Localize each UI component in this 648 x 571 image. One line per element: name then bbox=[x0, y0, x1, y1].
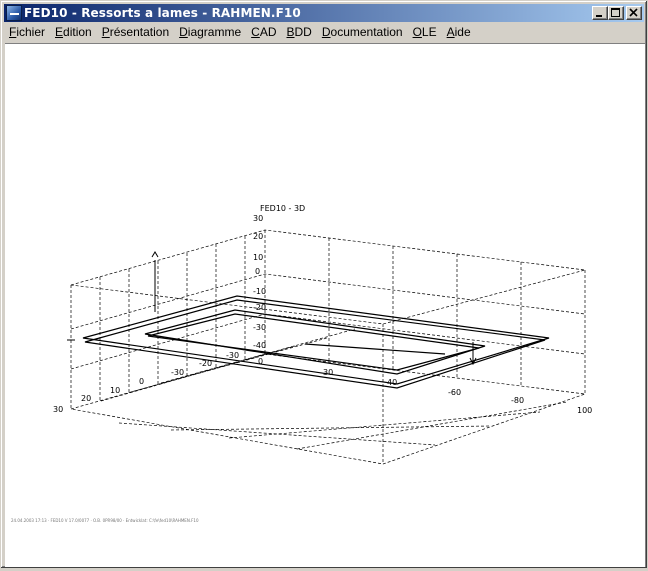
tick-label: 20 bbox=[81, 394, 91, 403]
maximize-icon bbox=[611, 8, 620, 17]
menu-mnemonic: C bbox=[251, 25, 260, 39]
tick-label: -80 bbox=[511, 396, 524, 405]
menu-label: dition bbox=[63, 25, 92, 39]
tick-label: -30 bbox=[253, 323, 266, 332]
tick-label: 40 bbox=[387, 378, 397, 387]
menu-presentation[interactable]: Présentation bbox=[97, 23, 174, 42]
menu-label: AD bbox=[259, 25, 277, 39]
vertical-axis bbox=[151, 251, 159, 312]
menu-label: iagramme bbox=[187, 25, 242, 39]
menu-cad[interactable]: CAD bbox=[246, 23, 281, 42]
menu-label: résentation bbox=[109, 25, 170, 39]
plot-footer: 24.04.2003 17:13 · FED10 V 17.0/0077 · O… bbox=[11, 518, 199, 523]
menu-label: ichier bbox=[16, 25, 46, 39]
menu-documentation[interactable]: Documentation bbox=[317, 23, 408, 42]
tick-label: 30 bbox=[53, 405, 63, 414]
tick-label: -30 bbox=[226, 351, 239, 360]
menu-ole[interactable]: OLE bbox=[408, 23, 442, 42]
tick-label: 30 bbox=[323, 368, 333, 377]
dimension-marker bbox=[469, 342, 477, 366]
plot-3d: FED10 - 3D 30 20 10 0 -10 -20 -30 -40 0 … bbox=[53, 204, 592, 465]
minimize-icon bbox=[596, 15, 602, 17]
caption-buttons bbox=[592, 6, 642, 20]
menu-diagramme[interactable]: Diagramme bbox=[174, 23, 246, 42]
tick-label: -30 bbox=[171, 368, 184, 377]
tick-label: 0 bbox=[139, 377, 144, 386]
maximize-button[interactable] bbox=[608, 6, 624, 20]
minimize-button[interactable] bbox=[592, 6, 608, 20]
close-icon bbox=[629, 8, 638, 17]
menu-bar: Fichier Edition Présentation Diagramme C… bbox=[4, 23, 644, 42]
close-button[interactable] bbox=[626, 6, 642, 20]
menu-mnemonic: O bbox=[412, 25, 422, 39]
tick-label: -40 bbox=[253, 341, 266, 350]
tick-label: 30 bbox=[253, 214, 263, 223]
tick-label: -20 bbox=[199, 359, 212, 368]
menu-label: DD bbox=[294, 25, 312, 39]
tick-label: 0 bbox=[258, 357, 263, 366]
menu-mnemonic: E bbox=[55, 25, 64, 39]
tick-label: 0 bbox=[255, 267, 260, 276]
title-bar[interactable]: FED10 - Ressorts a lames - RAHMEN.F10 bbox=[4, 4, 644, 22]
menu-mnemonic: B bbox=[286, 25, 295, 39]
frame-outline bbox=[82, 295, 550, 389]
menu-mnemonic: P bbox=[101, 25, 110, 39]
tick-label: 20 bbox=[253, 232, 263, 241]
tick-label: -60 bbox=[448, 388, 461, 397]
window-title: FED10 - Ressorts a lames - RAHMEN.F10 bbox=[24, 6, 301, 20]
menu-aide[interactable]: Aide bbox=[442, 23, 476, 42]
tick-label: 10 bbox=[253, 253, 263, 262]
menu-fichier[interactable]: Fichier bbox=[4, 23, 50, 42]
plot-area[interactable]: FED10 - 3D 30 20 10 0 -10 -20 -30 -40 0 … bbox=[5, 43, 645, 567]
plot-title: FED10 - 3D bbox=[260, 204, 305, 213]
tick-label: 10 bbox=[110, 386, 120, 395]
menu-mnemonic: A bbox=[446, 25, 455, 39]
tick-label: -10 bbox=[253, 287, 266, 296]
menu-label: ide bbox=[454, 25, 471, 39]
menu-edition[interactable]: Edition bbox=[50, 23, 97, 42]
tick-label: 100 bbox=[577, 406, 592, 415]
app-icon[interactable] bbox=[6, 5, 22, 21]
menu-label: LE bbox=[421, 25, 437, 39]
application-window: FED10 - Ressorts a lames - RAHMEN.F10 Fi… bbox=[0, 0, 648, 569]
menu-label: ocumentation bbox=[330, 25, 403, 39]
menu-bdd[interactable]: BDD bbox=[282, 23, 317, 42]
tick-label: -20 bbox=[253, 303, 266, 312]
menu-mnemonic: D bbox=[179, 25, 188, 39]
menu-mnemonic: D bbox=[321, 25, 331, 39]
